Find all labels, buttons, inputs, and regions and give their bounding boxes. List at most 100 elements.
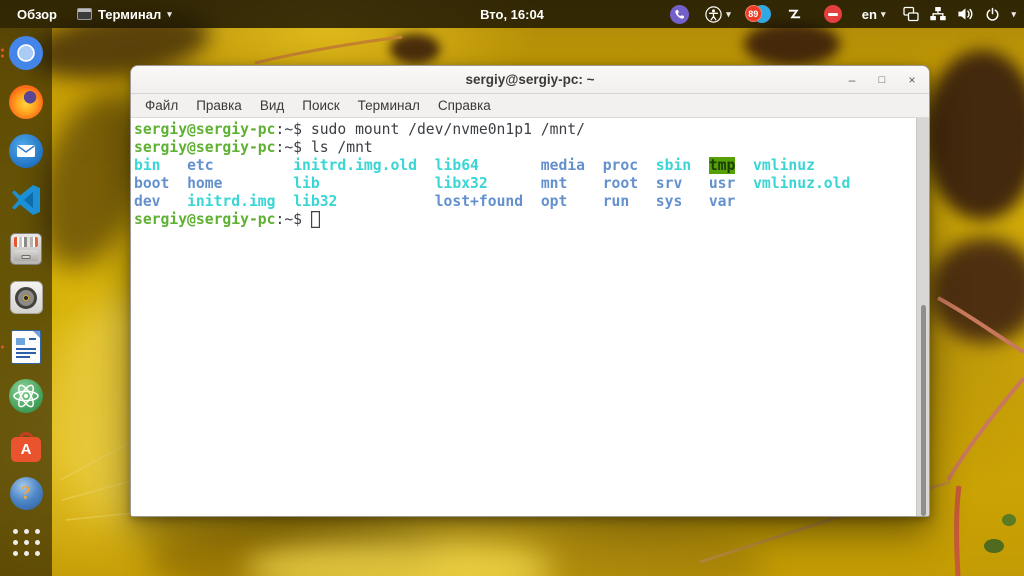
terminal-text-segment: opt [540, 193, 568, 210]
terminal-text-segment: root [602, 175, 639, 192]
desktop: Обзор Терминал ▾ Вто, 16:04 ▾ 89 en ▾ ▾ … [0, 0, 1024, 576]
dock-item-rhythmbox[interactable] [8, 279, 45, 316]
accessibility-icon [705, 5, 722, 23]
dock-item-thunderbird[interactable] [8, 132, 45, 169]
window-title: sergiy@sergiy-pc: ~ [465, 72, 595, 87]
app-menu-label: Терминал [98, 6, 162, 22]
volume-icon [958, 8, 973, 20]
do-not-disturb-indicator[interactable] [823, 5, 842, 23]
terminal-text-segment: sergiy@sergiy-pc [134, 139, 276, 156]
terminal-text-segment: lib64 [434, 157, 479, 174]
dock-item-vscode[interactable] [8, 181, 45, 218]
terminal-text-segment: media [540, 157, 586, 174]
terminal-text-segment: :~$ ls /mnt [275, 139, 373, 156]
dock-item-files[interactable] [8, 230, 45, 267]
zigzag-icon [788, 9, 800, 19]
terminal-text-segment: sergiy@sergiy-pc [134, 121, 276, 138]
terminal-line: dev initrd.img lib32 lost+found opt run … [134, 193, 913, 211]
menu-help[interactable]: Справка [429, 98, 500, 113]
rhythmbox-icon [9, 281, 43, 314]
vscode-icon [12, 184, 40, 215]
terminal-content[interactable]: sergiy@sergiy-pc:~$ sudo mount /dev/nvme… [131, 118, 929, 516]
app-menu-button[interactable]: Терминал ▾ [77, 7, 172, 22]
activities-button[interactable]: Обзор [13, 5, 61, 24]
terminal-line: boot home lib libx32 mnt root srv usr vm… [134, 175, 913, 193]
dock-item-chromium[interactable] [0, 34, 45, 71]
terminal-text-segment: home [187, 175, 223, 192]
terminal-line: sergiy@sergiy-pc:~$ [134, 211, 913, 229]
menu-edit[interactable]: Правка [187, 98, 251, 113]
dock-item-help[interactable]: ? [8, 475, 45, 512]
window-titlebar[interactable]: sergiy@sergiy-pc: ~ – □ × [131, 66, 929, 94]
messenger-indicator[interactable]: 89 [744, 4, 771, 24]
keyboard-layout-button[interactable]: en ▾ [862, 7, 886, 22]
terminal-text-segment: etc [187, 157, 214, 174]
menu-view[interactable]: Вид [251, 98, 293, 113]
terminal-text-segment: libx32 [434, 175, 488, 192]
terminal-text-segment: vmlinuz [753, 157, 815, 174]
terminal-text-segment: vmlinuz.old [753, 175, 851, 192]
terminal-line: sergiy@sergiy-pc:~$ ls /mnt [134, 139, 913, 157]
terminal-text-segment: lib [293, 175, 320, 192]
chevron-down-icon: ▾ [880, 8, 886, 19]
terminal-text-segment: run [602, 193, 630, 210]
viber-indicator[interactable] [670, 4, 690, 24]
terminal-text-segment: dev [134, 193, 161, 210]
terminal-text-segment: :~$ sudo mount /dev/nvme0n1p1 /mnt/ [275, 121, 585, 138]
terminal-text-segment: boot [134, 175, 170, 192]
displays-icon [903, 6, 920, 22]
power-icon [986, 7, 999, 21]
terminal-text-segment: var [708, 193, 736, 210]
dock-item-atom[interactable] [8, 377, 45, 414]
dock-item-firefox[interactable] [8, 83, 45, 120]
accessibility-menu[interactable] [705, 5, 722, 23]
chevron-down-icon: ▾ [726, 8, 731, 19]
files-icon [10, 232, 42, 265]
scrollbar[interactable] [916, 118, 929, 516]
chevron-down-icon: ▾ [1011, 8, 1016, 19]
terminal-window-icon [77, 8, 92, 20]
menu-search[interactable]: Поиск [293, 98, 348, 113]
dock-item-ubuntu-software[interactable]: A [8, 426, 45, 463]
show-applications-button[interactable] [8, 524, 45, 561]
running-indicator [0, 345, 4, 348]
chevron-down-icon: ▾ [167, 8, 172, 19]
minimize-button[interactable]: – [841, 69, 863, 91]
zigzag-indicator[interactable] [787, 7, 802, 21]
maximize-button[interactable]: □ [871, 69, 893, 91]
help-icon: ? [9, 477, 43, 510]
top-bar: Обзор Терминал ▾ Вто, 16:04 ▾ 89 en ▾ ▾ [0, 0, 1024, 28]
terminal-text-segment: sbin [655, 157, 692, 174]
menu-file[interactable]: Файл [136, 98, 187, 113]
notification-badge: 89 [744, 5, 762, 22]
close-button[interactable]: × [901, 69, 923, 91]
atom-icon [9, 378, 43, 413]
firefox-icon [9, 84, 43, 119]
terminal-text-segment: :~$ [275, 211, 311, 228]
dock: A ? [0, 28, 52, 576]
ubuntu-software-icon: A [9, 431, 43, 462]
terminal-line: bin etc initrd.img.old lib64 media proc … [134, 157, 913, 175]
terminal-text-segment: srv [655, 175, 683, 192]
terminal-text-segment: proc [602, 157, 639, 174]
terminal-text-segment: tmp [708, 157, 736, 174]
scrollbar-thumb[interactable] [921, 305, 926, 516]
clock-label: Вто, 16:04 [480, 6, 544, 22]
terminal-output: sergiy@sergiy-pc:~$ sudo mount /dev/nvme… [131, 118, 929, 229]
terminal-window: sergiy@sergiy-pc: ~ – □ × Файл Правка Ви… [130, 65, 930, 517]
terminal-text-segment: bin [134, 157, 161, 174]
libreoffice-writer-icon [11, 329, 41, 364]
menu-bar: Файл Правка Вид Поиск Терминал Справка [131, 94, 929, 118]
dock-item-libreoffice-writer[interactable] [0, 328, 45, 365]
clock-button[interactable]: Вто, 16:04 [480, 0, 544, 28]
terminal-text-segment: mnt [540, 175, 568, 192]
terminal-text-segment: lib32 [293, 193, 338, 210]
terminal-text-segment: sergiy@sergiy-pc [134, 211, 276, 228]
menu-terminal[interactable]: Терминал [349, 98, 429, 113]
terminal-cursor [311, 211, 320, 228]
show-applications-icon [12, 529, 40, 556]
chromium-icon [9, 35, 43, 70]
terminal-text-segment: initrd.img.old [293, 157, 417, 174]
terminal-text-segment: sys [655, 193, 683, 210]
system-menu[interactable]: ▾ [903, 6, 1016, 22]
